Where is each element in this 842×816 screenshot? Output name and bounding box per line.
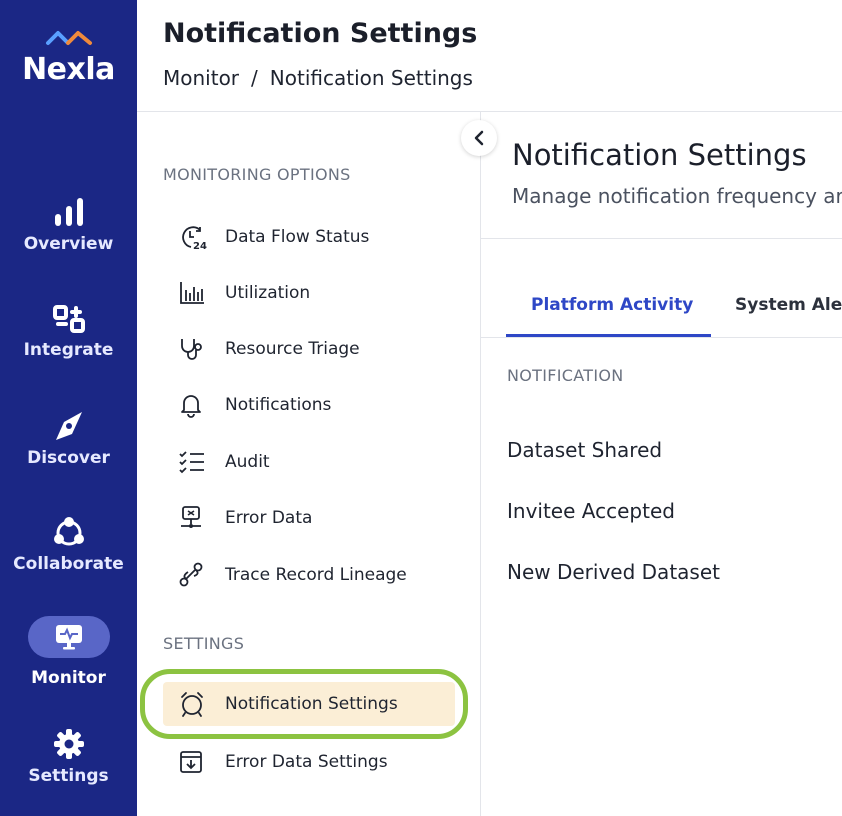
logo-text: Nexla bbox=[22, 52, 115, 87]
clock-24-icon: 24 bbox=[178, 225, 212, 250]
rail-item-settings[interactable]: Settings bbox=[0, 728, 137, 786]
rail-label: Settings bbox=[28, 766, 109, 786]
rail-label: Monitor bbox=[31, 668, 106, 688]
subnav-divider bbox=[480, 112, 481, 816]
nav-label: Data Flow Status bbox=[225, 227, 370, 247]
content-title: Notification Settings bbox=[512, 138, 807, 172]
integrate-icon bbox=[52, 305, 85, 333]
rail-item-collaborate[interactable]: Collaborate bbox=[0, 516, 137, 574]
utilization-chart-icon bbox=[178, 281, 212, 305]
rail-item-overview[interactable]: Overview bbox=[0, 196, 137, 254]
nav-item-data-flow-status[interactable]: 24 Data Flow Status bbox=[163, 215, 458, 259]
nav-label: Notifications bbox=[225, 395, 332, 415]
nav-label: Utilization bbox=[225, 283, 311, 303]
rail-item-monitor[interactable]: Monitor bbox=[0, 616, 137, 688]
breadcrumb-link-monitor[interactable]: Monitor bbox=[163, 66, 239, 90]
nav-label: Error Data Settings bbox=[225, 752, 388, 772]
nav-item-notifications[interactable]: Notifications bbox=[163, 383, 458, 427]
page-title: Notification Settings bbox=[163, 18, 478, 49]
tab-platform-activity[interactable]: Platform Activity bbox=[531, 295, 693, 315]
nav-item-utilization[interactable]: Utilization bbox=[163, 271, 458, 315]
trace-lineage-icon bbox=[178, 562, 212, 587]
content-subtitle: Manage notification frequency ar bbox=[512, 184, 842, 208]
section-title-settings: SETTINGS bbox=[163, 634, 245, 653]
active-tab-indicator bbox=[506, 334, 711, 337]
chevron-left-icon bbox=[474, 130, 484, 146]
nav-item-error-data-settings[interactable]: Error Data Settings bbox=[163, 740, 458, 784]
tabs-divider bbox=[481, 337, 842, 338]
nav-item-audit[interactable]: Audit bbox=[163, 440, 458, 484]
collaborate-icon bbox=[53, 517, 84, 546]
breadcrumb-separator: / bbox=[251, 66, 258, 90]
tab-system-alerts[interactable]: System Aler bbox=[735, 295, 842, 315]
rail-label: Overview bbox=[23, 234, 114, 254]
checklist-icon bbox=[178, 450, 212, 474]
bar-chart-icon bbox=[54, 198, 83, 226]
nexla-logo[interactable]: Nexla bbox=[0, 28, 137, 87]
nav-item-resource-triage[interactable]: Resource Triage bbox=[163, 327, 458, 371]
download-box-icon bbox=[178, 750, 212, 774]
primary-sidebar: Nexla Overview Integrate Discover Collab… bbox=[0, 0, 137, 816]
rail-label: Discover bbox=[27, 448, 110, 468]
nav-label: Resource Triage bbox=[225, 339, 360, 359]
stethoscope-icon bbox=[178, 337, 212, 361]
rail-item-discover[interactable]: Discover bbox=[0, 410, 137, 468]
compass-icon bbox=[55, 412, 82, 440]
breadcrumb: Monitor / Notification Settings bbox=[163, 66, 473, 90]
nav-item-error-data[interactable]: Error Data bbox=[163, 496, 458, 540]
monitor-active-pill bbox=[27, 616, 110, 658]
rail-label: Collaborate bbox=[13, 554, 124, 574]
notification-row-label: Invitee Accepted bbox=[507, 499, 675, 523]
gear-icon bbox=[53, 729, 84, 759]
monitor-icon bbox=[55, 625, 82, 650]
content-header-divider bbox=[481, 238, 842, 239]
network-error-icon bbox=[178, 506, 212, 530]
svg-text:24: 24 bbox=[193, 241, 207, 250]
nexla-wave-icon bbox=[45, 31, 92, 45]
nav-label: Trace Record Lineage bbox=[225, 565, 407, 585]
nav-label: Error Data bbox=[225, 508, 313, 528]
column-header-notification: NOTIFICATION bbox=[507, 366, 624, 385]
rail-item-integrate[interactable]: Integrate bbox=[0, 304, 137, 360]
nav-label: Audit bbox=[225, 452, 270, 472]
section-title-monitoring: MONITORING OPTIONS bbox=[163, 165, 351, 184]
rail-label: Integrate bbox=[23, 340, 114, 360]
notification-row-label: New Derived Dataset bbox=[507, 560, 720, 584]
nav-item-trace-record-lineage[interactable]: Trace Record Lineage bbox=[163, 553, 458, 597]
bell-icon bbox=[178, 393, 212, 418]
notification-row-label: Dataset Shared bbox=[507, 438, 663, 462]
highlight-annotation-ring bbox=[140, 669, 468, 739]
header-divider bbox=[137, 111, 842, 112]
breadcrumb-current: Notification Settings bbox=[269, 66, 473, 90]
collapse-sidebar-button[interactable] bbox=[461, 120, 497, 156]
